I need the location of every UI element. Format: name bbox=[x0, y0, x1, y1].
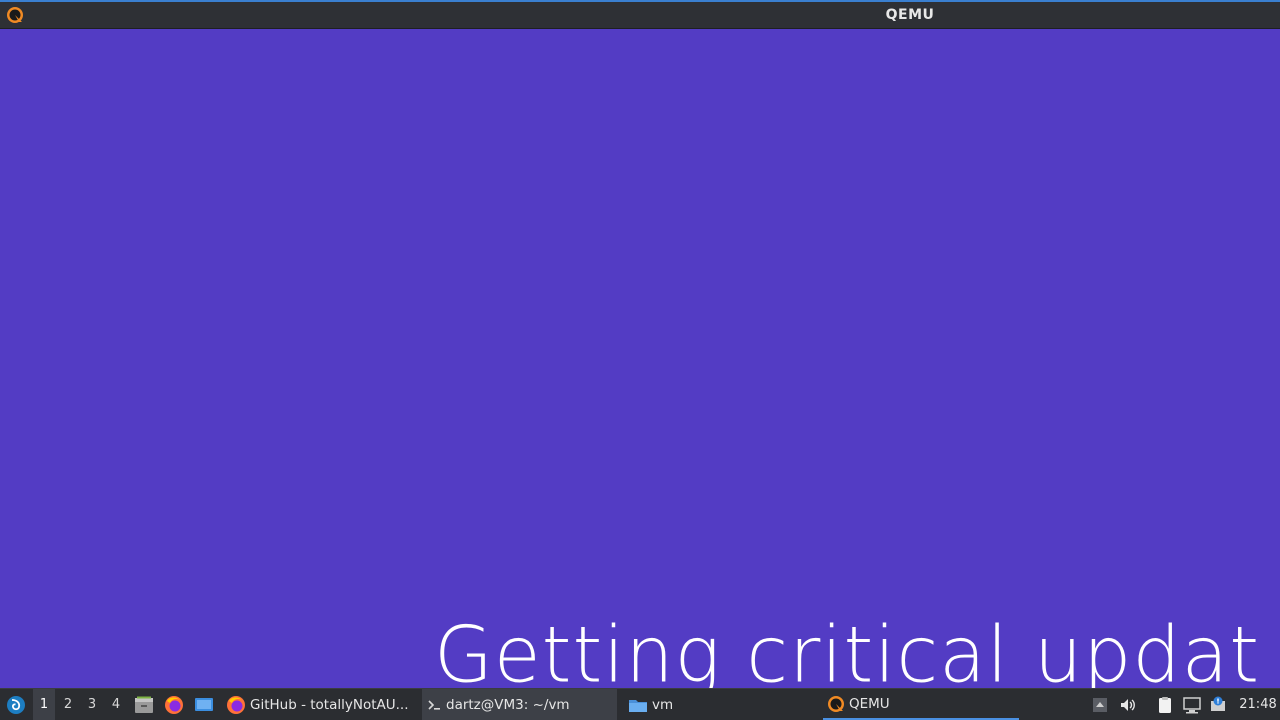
workspace-3[interactable]: 3 bbox=[81, 689, 103, 720]
folder-icon bbox=[629, 699, 647, 712]
update-status-text: Getting critical updat bbox=[434, 609, 1261, 688]
task-qemu[interactable]: QEMU bbox=[823, 689, 1019, 720]
tray-expand-icon bbox=[1093, 697, 1107, 712]
workspace-label: 4 bbox=[111, 697, 121, 712]
qemu-icon bbox=[828, 695, 844, 712]
clock[interactable]: 21:48 bbox=[1236, 689, 1280, 720]
notification-icon bbox=[1211, 696, 1225, 711]
terminal-icon bbox=[428, 699, 440, 710]
task-label: dartz@VM3: ~/vm bbox=[446, 696, 570, 713]
clipboard-button[interactable] bbox=[1153, 689, 1177, 720]
window-titlebar[interactable]: QEMU bbox=[0, 0, 1280, 29]
workspace-2[interactable]: 2 bbox=[57, 689, 79, 720]
tray-expand-button[interactable] bbox=[1088, 689, 1112, 720]
task-github-firefox[interactable]: GitHub - totallyNotAU... bbox=[222, 689, 418, 720]
taskbar: 1 2 3 4 GitHub - totallyNotAU... dartz@V… bbox=[0, 688, 1280, 720]
workspace-1[interactable]: 1 bbox=[33, 689, 55, 720]
workspace-label: 2 bbox=[63, 697, 73, 712]
task-terminal[interactable]: dartz@VM3: ~/vm bbox=[422, 689, 617, 720]
workspace-label: 1 bbox=[39, 697, 49, 712]
window-title: QEMU bbox=[885, 7, 935, 23]
notification-button[interactable] bbox=[1206, 689, 1230, 720]
network-icon bbox=[1183, 696, 1201, 713]
clipboard-icon bbox=[1159, 696, 1171, 713]
network-button[interactable] bbox=[1180, 689, 1204, 720]
file-manager-icon bbox=[135, 696, 153, 713]
start-menu-button[interactable] bbox=[4, 689, 28, 720]
firefox-icon bbox=[227, 695, 245, 714]
firefox-launcher[interactable] bbox=[162, 689, 186, 720]
firefox-icon bbox=[165, 695, 183, 714]
volume-icon bbox=[1121, 698, 1135, 711]
file-manager-launcher[interactable] bbox=[132, 689, 156, 720]
volume-button[interactable] bbox=[1116, 689, 1140, 720]
vm-display[interactable]: Getting critical updat bbox=[0, 29, 1280, 688]
workspace-label: 3 bbox=[87, 697, 97, 712]
task-folder-vm[interactable]: vm bbox=[624, 689, 820, 720]
task-label: QEMU bbox=[849, 695, 890, 712]
task-label: GitHub - totallyNotAU... bbox=[250, 696, 409, 713]
workspace-4[interactable]: 4 bbox=[105, 689, 127, 720]
show-desktop-launcher[interactable] bbox=[192, 689, 216, 720]
start-menu-icon bbox=[7, 695, 25, 714]
show-desktop-icon bbox=[195, 697, 213, 711]
task-label: vm bbox=[652, 696, 674, 713]
